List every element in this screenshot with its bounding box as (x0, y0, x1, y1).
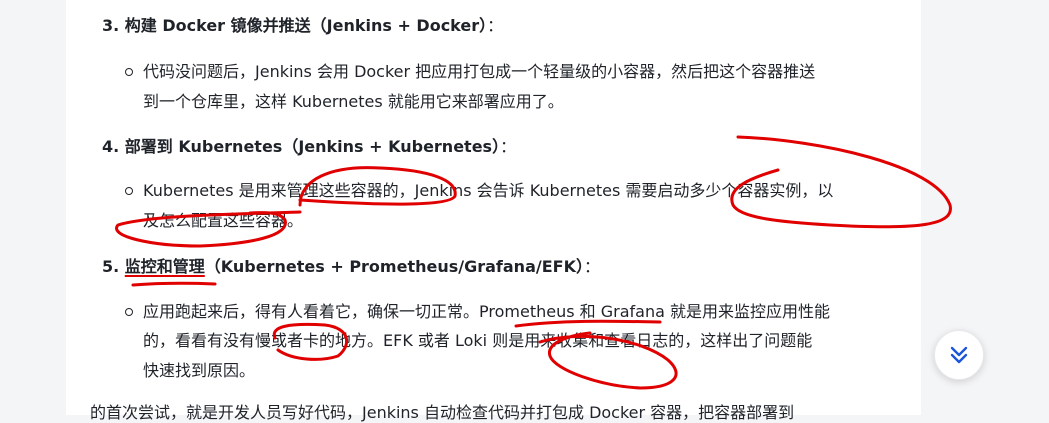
bullet-icon (125, 68, 133, 76)
section-3-title: 3. 构建 Docker 镜像并推送（Jenkins + Docker） (102, 16, 488, 35)
scroll-to-bottom-button[interactable] (934, 330, 984, 380)
section-5-number: 5. (102, 257, 125, 276)
section-5-title-marked: 监控和管理 (124, 257, 205, 276)
section-3-line-2: 到一个仓库里，这样 Kubernetes 就能用它来部署应用了。 (143, 92, 564, 111)
section-3-heading: 3. 构建 Docker 镜像并推送（Jenkins + Docker）： (102, 16, 503, 36)
chevrons-down-icon (950, 346, 968, 364)
section-5-heading: 5. 监控和管理（Kubernetes + Prometheus/Grafana… (102, 257, 600, 277)
section-5-line-2: 的，看看有没有慢或者卡的地方。EFK 或者 Loki 则是用来收集和查看日志的，… (143, 331, 813, 350)
section-4-colon: ： (500, 137, 517, 156)
section-5-title-rest: （Kubernetes + Prometheus/Grafana/EFK） (204, 257, 584, 276)
bullet-icon (125, 187, 133, 195)
section-4-line-1: Kubernetes 是用来管理这些容器的，Jenkins 会告诉 Kubern… (143, 181, 834, 200)
section-4-line-2: 及怎么配置这些容器。 (143, 211, 304, 230)
section-4-heading: 4. 部署到 Kubernetes（Jenkins + Kubernetes）： (102, 137, 516, 157)
bullet-icon (125, 308, 133, 316)
section-3-colon: ： (487, 16, 504, 35)
section-4-title: 4. 部署到 Kubernetes（Jenkins + Kubernetes） (102, 137, 501, 156)
truncated-paragraph: 的首次尝试，就是开发人员写好代码，Jenkins 自动检查代码并打包成 Dock… (90, 403, 795, 422)
section-5-line-1: 应用跑起来后，得有人看着它，确保一切正常。Prometheus 和 Grafan… (143, 302, 830, 321)
section-5-line-3: 快速找到原因。 (143, 361, 256, 380)
section-3-line-1: 代码没问题后，Jenkins 会用 Docker 把应用打包成一个轻量级的小容器… (143, 62, 816, 81)
section-5-colon: ： (583, 257, 600, 276)
